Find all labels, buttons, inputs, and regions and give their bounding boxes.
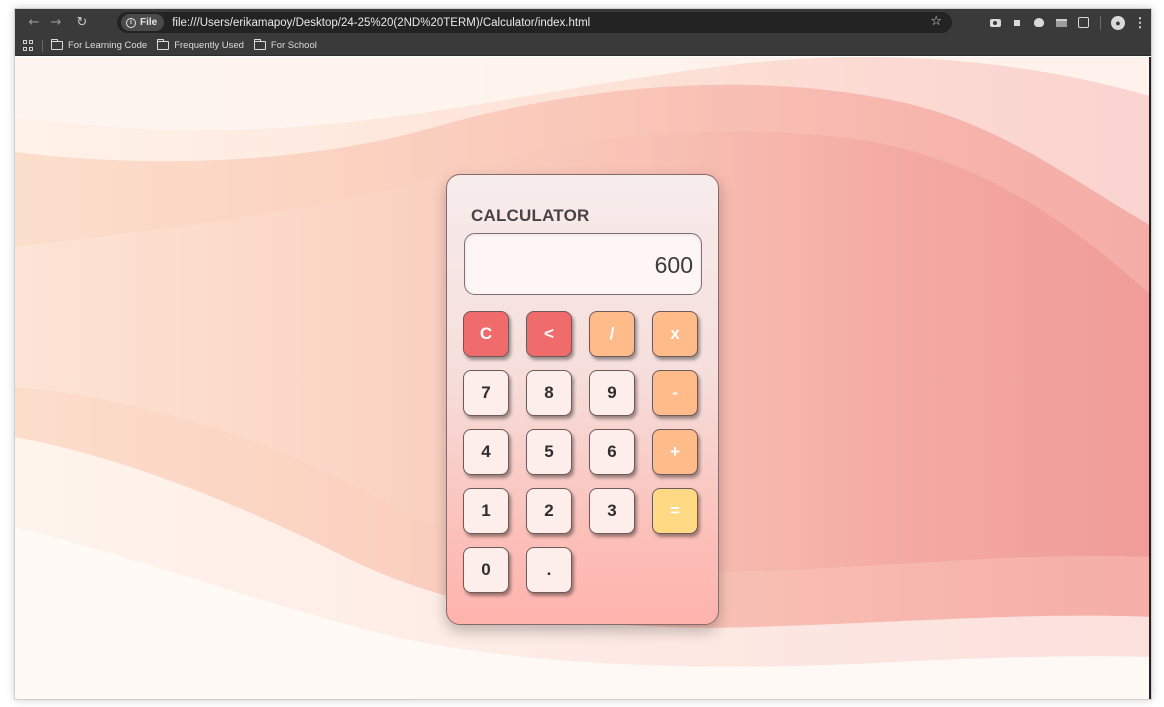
zero-button[interactable]: 0 (463, 547, 509, 593)
blob-extension-icon[interactable] (1028, 12, 1050, 34)
one-button[interactable]: 1 (463, 488, 509, 534)
nine-button[interactable]: 9 (589, 370, 635, 416)
bookmarks-divider (42, 39, 43, 52)
six-button[interactable]: 6 (589, 429, 635, 475)
bookmark-folder-frequently-used[interactable]: Frequently Used (157, 39, 244, 51)
bookmark-label: For School (270, 40, 317, 51)
backspace-button[interactable]: < (526, 311, 572, 357)
browser-toolbar: ← → ↻ i File file:///Users/erikamapoy/De… (15, 9, 1151, 36)
calculator: CALCULATOR 600 C < / x 7 8 9 - 4 5 6 + 1… (446, 174, 719, 625)
four-button[interactable]: 4 (463, 429, 509, 475)
extensions-puzzle-icon[interactable] (1072, 12, 1094, 34)
three-button[interactable]: 3 (589, 488, 635, 534)
forward-icon[interactable]: → (45, 12, 67, 34)
profile-avatar-icon[interactable]: ● (1107, 12, 1129, 34)
display-value: 600 (654, 252, 693, 278)
equals-button[interactable]: = (652, 488, 698, 534)
url-text[interactable]: file:///Users/erikamapoy/Desktop/24-25%2… (172, 17, 590, 29)
info-icon: i (126, 17, 136, 28)
folder-icon (51, 39, 63, 50)
square-extension-icon[interactable] (1006, 12, 1028, 34)
two-button[interactable]: 2 (526, 488, 572, 534)
bookmark-folder-for-school[interactable]: For School (253, 39, 317, 51)
extensions-area: ● ⋮ (984, 9, 1151, 36)
bookmark-label: For Learning Code (68, 40, 148, 51)
add-button[interactable]: + (652, 429, 698, 475)
five-button[interactable]: 5 (526, 429, 572, 475)
site-info-chip[interactable]: i File (121, 14, 165, 31)
menu-kebab-icon[interactable]: ⋮ (1129, 12, 1151, 34)
address-bar[interactable]: i File file:///Users/erikamapoy/Desktop/… (117, 12, 952, 33)
camera-extension-icon[interactable] (984, 12, 1006, 34)
eight-button[interactable]: 8 (526, 370, 572, 416)
reload-icon[interactable]: ↻ (71, 12, 93, 34)
folder-icon (157, 39, 170, 50)
divide-button[interactable]: / (589, 311, 635, 357)
page-viewport: CALCULATOR 600 C < / x 7 8 9 - 4 5 6 + 1… (15, 57, 1151, 699)
seven-button[interactable]: 7 (463, 370, 509, 416)
window-edge (1149, 57, 1151, 699)
decimal-button[interactable]: . (526, 547, 572, 593)
browser-window: ← → ↻ i File file:///Users/erikamapoy/De… (14, 8, 1152, 700)
file-chip-label: File (140, 17, 158, 28)
side-panel-icon[interactable] (1050, 12, 1072, 34)
bookmark-folder-learning-code[interactable]: For Learning Code (51, 39, 148, 51)
toolbar-divider (1100, 15, 1101, 30)
subtract-button[interactable]: - (652, 370, 698, 416)
back-icon[interactable]: ← (23, 12, 45, 34)
bookmark-star-icon[interactable]: ☆ (930, 14, 942, 29)
multiply-button[interactable]: x (652, 311, 698, 357)
bookmarks-bar: For Learning Code Frequently Used For Sc… (15, 36, 1151, 56)
apps-grid-icon[interactable] (23, 40, 34, 51)
calculator-title: CALCULATOR (471, 206, 590, 225)
clear-button[interactable]: C (463, 311, 509, 357)
bookmark-label: Frequently Used (174, 40, 244, 51)
folder-icon (253, 39, 266, 50)
calculator-display: 600 (464, 233, 702, 295)
